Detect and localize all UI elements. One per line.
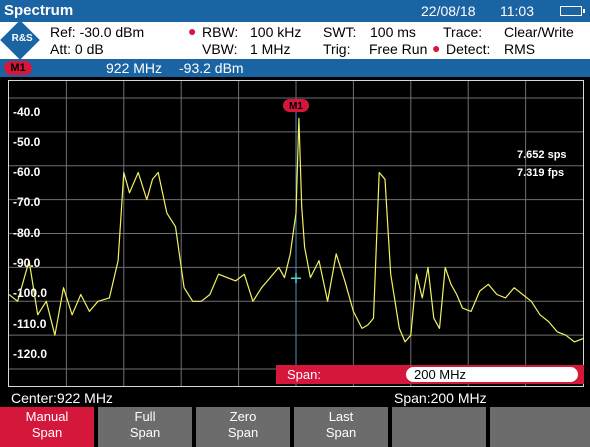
marker-label: M1 (289, 101, 303, 112)
y-tick-label: -50.0 (13, 135, 41, 149)
span-label: Span: (287, 367, 321, 382)
marker-readout-bar: M1 922 MHz -93.2 dBm (0, 59, 590, 77)
last-span-button[interactable]: Last Span (294, 407, 390, 447)
rbw-value[interactable]: 100 kHz (250, 24, 301, 40)
center-frequency[interactable]: Center:922 MHz (11, 390, 113, 406)
softkey-line2: Span (227, 425, 259, 440)
softkey-line1: Zero (229, 409, 257, 424)
swt-value[interactable]: 100 ms (370, 24, 416, 40)
y-tick-label: -40.0 (13, 105, 41, 119)
spectrum-screen: Spectrum 22/08/18 11:03 R&S Ref: -30.0 d… (0, 0, 590, 447)
softkey-line2: Span (31, 425, 63, 440)
softkey-line1: Full (134, 409, 156, 424)
trace-label: Trace: (443, 24, 483, 40)
softkey-line2: Span (129, 425, 161, 440)
softkey-line1: Manual (25, 409, 69, 424)
battery-icon (560, 6, 585, 16)
y-tick-label: -70.0 (13, 195, 41, 209)
spectrum-plot-area[interactable]: M1 -40.0 -50.0 -60.0 -70.0 -80.0 -90.0 -… (8, 80, 584, 387)
detect-value[interactable]: RMS (504, 41, 535, 57)
detect-label: Detect: (446, 41, 491, 57)
frame-rate: 7.319 fps (517, 167, 565, 179)
marker-frequency: 922 MHz (106, 60, 163, 76)
marker-crosshair (291, 273, 301, 284)
rbw-indicator-dot: ● (188, 23, 197, 39)
app-title: Spectrum (4, 2, 74, 19)
trig-value[interactable]: Free Run (369, 41, 427, 57)
reference-level[interactable]: Ref: -30.0 dBm (50, 24, 144, 40)
detect-indicator-dot: ● (432, 40, 441, 56)
y-tick-label: -100.0 (13, 286, 48, 300)
span-entry-panel[interactable]: Span: 200 MHz (276, 365, 584, 384)
softkey-bar: Manual Span Full Span Zero Span Last Spa… (0, 407, 590, 447)
full-span-button[interactable]: Full Span (98, 407, 194, 447)
rbw-label: RBW: (202, 24, 239, 40)
date-readout: 22/08/18 (421, 3, 476, 19)
swt-label: SWT: (323, 24, 357, 40)
marker-tag[interactable]: M1 (4, 61, 32, 75)
softkey-line2: Span (325, 425, 357, 440)
marker-level: -93.2 dBm (179, 60, 244, 76)
title-bar: Spectrum 22/08/18 11:03 (0, 0, 590, 22)
spectrum-trace-svg: M1 (9, 81, 583, 386)
zero-span-button[interactable]: Zero Span (196, 407, 292, 447)
empty-softkey[interactable] (392, 407, 488, 447)
empty-softkey[interactable] (490, 407, 590, 447)
y-tick-label: -80.0 (13, 226, 41, 240)
trig-label: Trig: (323, 41, 351, 57)
rohde-schwarz-logo: R&S (0, 20, 40, 60)
vbw-label: VBW: (202, 41, 238, 57)
y-tick-label: -90.0 (13, 256, 41, 270)
frequency-footer: Center:922 MHz Span:200 MHz (0, 389, 590, 407)
settings-bar: R&S Ref: -30.0 dBm Att: 0 dB ● RBW: 100 … (0, 20, 590, 60)
sweep-rate: 7.652 sps (517, 149, 567, 161)
y-tick-label: -120.0 (13, 347, 48, 361)
trace-value[interactable]: Clear/Write (504, 24, 574, 40)
span-input[interactable]: 200 MHz (406, 367, 578, 382)
vbw-value[interactable]: 1 MHz (250, 41, 290, 57)
span-readout[interactable]: Span:200 MHz (394, 390, 487, 406)
softkey-line1: Last (328, 409, 354, 424)
y-tick-label: -110.0 (13, 317, 47, 331)
time-readout: 11:03 (500, 3, 534, 19)
y-tick-label: -60.0 (13, 165, 41, 179)
attenuation[interactable]: Att: 0 dB (50, 41, 104, 57)
manual-span-button[interactable]: Manual Span (0, 407, 96, 447)
